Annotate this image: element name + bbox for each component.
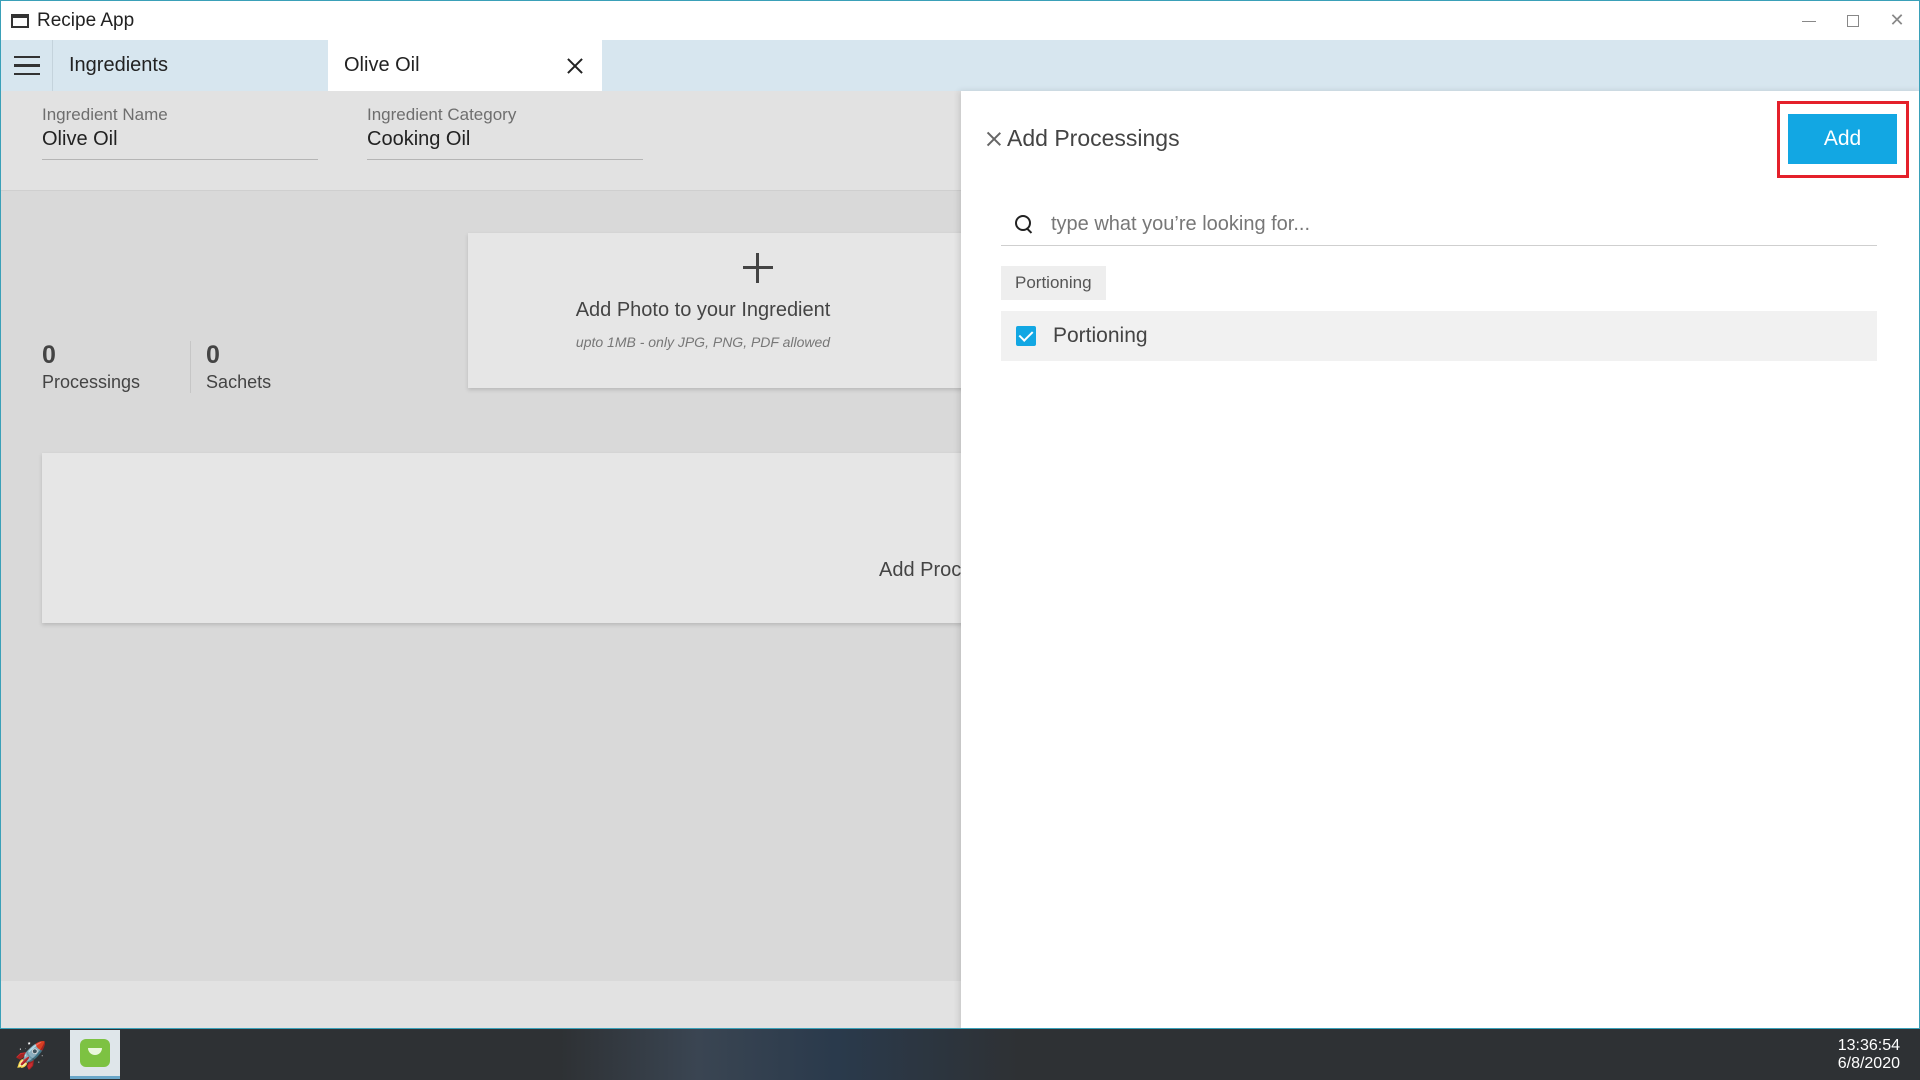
taskbar: 🚀 13:36:54 6/8/2020 — [0, 1029, 1920, 1080]
clock-time: 13:36:54 — [1837, 1037, 1900, 1054]
clock-date: 6/8/2020 — [1837, 1055, 1900, 1072]
tab-ingredients[interactable]: Ingredients — [53, 40, 328, 91]
field-value: Cooking Oil — [367, 128, 471, 150]
window-close-button[interactable]: ✕ — [1875, 1, 1919, 40]
add-processings-drawer: Add Processings Add Portioning Portionin… — [961, 91, 1919, 1028]
drawer-close-icon[interactable] — [985, 130, 1003, 148]
close-icon: ✕ — [1889, 10, 1905, 30]
window-title: Recipe App — [37, 9, 135, 31]
window-icon — [11, 13, 29, 28]
maximize-icon — [1847, 14, 1859, 27]
plus-icon — [743, 253, 773, 283]
minimize-button[interactable] — [1787, 1, 1831, 40]
add-processings-title: Add Proc — [879, 559, 962, 581]
stat-count: 0 — [42, 341, 56, 369]
tab-label: Ingredients — [69, 54, 168, 76]
add-button[interactable]: Add — [1788, 114, 1897, 164]
field-label: Ingredient Name — [42, 105, 168, 124]
tab-olive-oil[interactable]: Olive Oil — [328, 40, 602, 91]
group-header-portioning: Portioning — [1001, 266, 1106, 300]
app-icon — [80, 1039, 110, 1067]
window-controls: ✕ — [1787, 1, 1919, 40]
tab-close-icon[interactable] — [564, 55, 586, 77]
field-value: Olive Oil — [42, 128, 118, 150]
taskbar-app-button[interactable] — [70, 1030, 120, 1079]
stat-label: Sachets — [206, 372, 272, 392]
system-clock: 13:36:54 6/8/2020 — [1838, 1037, 1900, 1073]
title-bar: Recipe App ✕ — [1, 1, 1919, 40]
tab-label: Olive Oil — [344, 54, 420, 76]
drawer-title: Add Processings — [1007, 125, 1180, 151]
list-item[interactable]: Portioning — [1001, 311, 1877, 361]
search-input[interactable] — [1051, 212, 1851, 236]
stat-sachets: 0 Sachets — [190, 341, 321, 393]
drawer-header: Add Processings — [985, 125, 1180, 152]
stats-summary: 0 Processings 0 Sachets — [42, 341, 321, 393]
add-processings-card[interactable]: Add Proc — [42, 453, 1042, 623]
desktop-wallpaper — [560, 1029, 1020, 1080]
ingredient-header: Ingredient Name Olive Oil Ingredient Cat… — [1, 91, 961, 191]
stat-processings: 0 Processings — [42, 341, 190, 393]
app-window: Recipe App ✕ Ingredients Olive Oil Ingre… — [0, 0, 1920, 1029]
hamburger-menu-button[interactable] — [1, 40, 53, 91]
list-item-label: Portioning — [1053, 324, 1148, 347]
maximize-button[interactable] — [1831, 1, 1875, 40]
minimize-icon — [1802, 21, 1816, 22]
ingredient-name-field[interactable]: Ingredient Name Olive Oil — [42, 105, 318, 160]
ingredient-detail-body: 0 Processings 0 Sachets Add Photo to you… — [1, 191, 1048, 981]
search-icon — [1015, 215, 1033, 233]
rocket-icon[interactable]: 🚀 — [14, 1039, 48, 1071]
body-footer — [1, 981, 961, 1028]
ingredient-category-field[interactable]: Ingredient Category Cooking Oil — [367, 105, 643, 160]
field-label: Ingredient Category — [367, 105, 517, 124]
tab-bar: Ingredients Olive Oil — [1, 40, 1919, 91]
stat-count: 0 — [206, 341, 220, 369]
menu-icon — [13, 55, 40, 59]
checkbox-checked-icon[interactable] — [1016, 326, 1036, 346]
search-bar — [1001, 203, 1877, 246]
stat-label: Processings — [42, 372, 141, 392]
